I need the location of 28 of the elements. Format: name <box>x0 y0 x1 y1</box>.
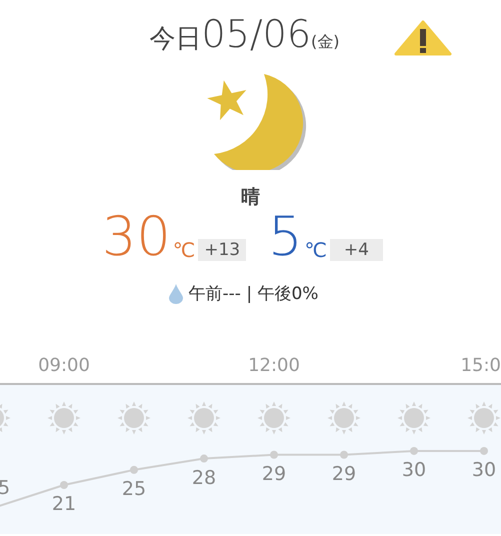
celsius-unit: ℃ <box>304 238 327 262</box>
sun-icon <box>47 401 81 435</box>
hourly-temperature: 21 <box>50 493 78 515</box>
time-label: 15:0 <box>460 355 501 376</box>
time-label: 09:00 <box>37 355 91 376</box>
hourly-temperature: 30 <box>400 458 428 481</box>
sun-icon <box>117 401 151 435</box>
high-temperature: 30 <box>102 210 171 264</box>
time-label: 12:00 <box>247 355 301 376</box>
temperature-difference: +4 <box>330 239 383 261</box>
hourly-temperature: 29 <box>330 462 358 485</box>
sun-icon <box>257 401 291 435</box>
weather-condition: 晴 <box>241 185 260 210</box>
precipitation-chance: 午前--- | 午後0% <box>188 283 318 305</box>
hourly-temperature: 30 <box>470 458 498 481</box>
temperature-difference: +13 <box>198 239 246 261</box>
low-temperature: 5 <box>268 210 302 264</box>
raindrop-icon <box>168 284 183 304</box>
sun-icon <box>187 401 221 435</box>
sun-icon <box>397 401 431 435</box>
date-title: 今日 05/06(金) <box>150 12 340 58</box>
warning-icon[interactable] <box>394 20 452 56</box>
hourly-temperature: 28 <box>190 466 218 489</box>
sun-icon <box>327 401 361 435</box>
hourly-temperature: 25 <box>120 478 148 500</box>
hourly-temperature: 29 <box>260 462 288 485</box>
celsius-unit: ℃ <box>172 238 196 262</box>
sun-icon <box>467 401 501 435</box>
